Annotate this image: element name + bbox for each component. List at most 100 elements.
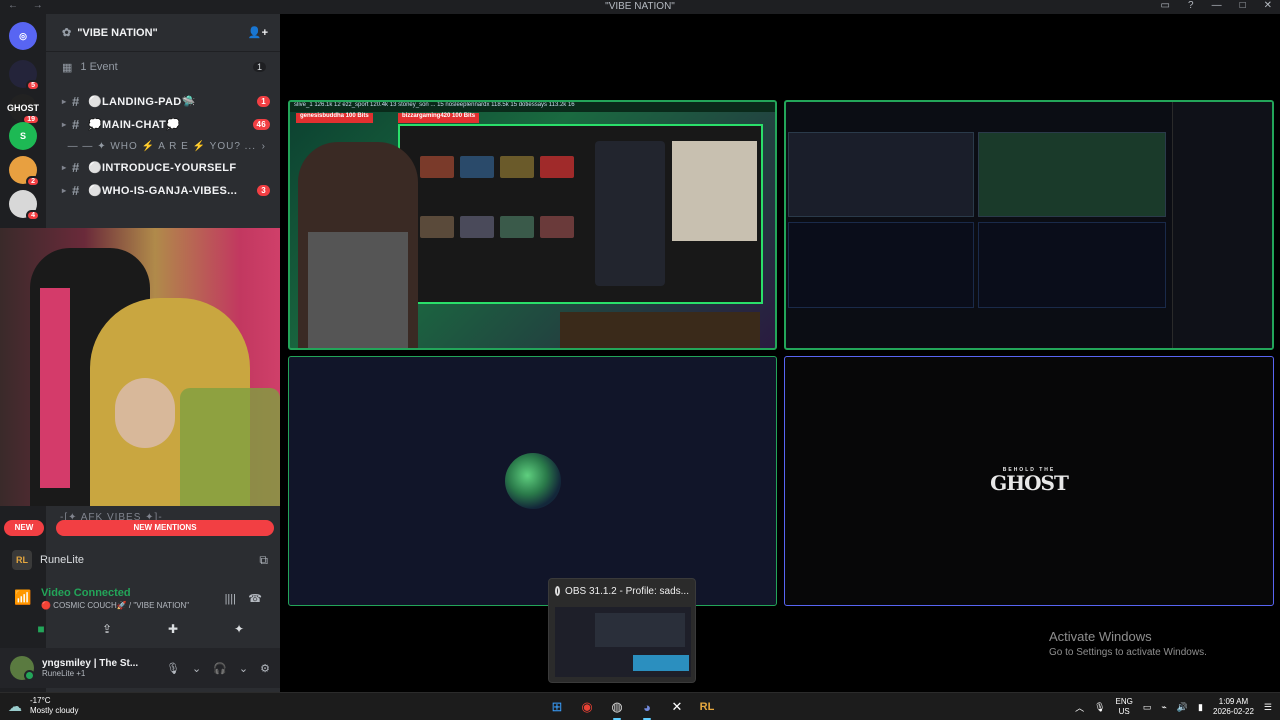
user-display-name[interactable]: yngsmiley | The St...	[42, 658, 166, 669]
text-channel-icon: #	[72, 94, 80, 109]
volume-icon[interactable]: 🔊	[1177, 702, 1188, 713]
new-unreads-pill[interactable]: NEW	[4, 520, 44, 536]
soundboard-button[interactable]: ✦	[214, 618, 264, 640]
weather-desc: Mostly cloudy	[30, 706, 79, 715]
clock-date: 2026-02-22	[1213, 707, 1254, 716]
activate-windows-watermark: Activate Windows Go to Settings to activ…	[1049, 629, 1207, 658]
person-shirt-graphic	[180, 388, 280, 506]
server-header[interactable]: ✿ "VIBE NATION" 👤+	[46, 14, 280, 52]
obs-taskbar-preview[interactable]: OBS 31.1.2 - Profile: sads...	[548, 578, 696, 683]
channel-mention-count: 46	[252, 119, 270, 130]
network-icon[interactable]: ⌁	[1161, 702, 1166, 713]
channel-introduce-yourself[interactable]: ▸ # ⚪INTRODUCE-YOURSELF	[46, 156, 280, 179]
minimize-button[interactable]: —	[1212, 0, 1222, 11]
screen-share-tile[interactable]	[784, 100, 1274, 350]
disconnect-icon[interactable]: ☎	[248, 592, 262, 605]
display-icon[interactable]: ▭	[1143, 702, 1152, 713]
video-stage: slive_1 126.1k 12 ezz_sport 120.4k 13 st…	[280, 14, 1280, 692]
obs-window-title: OBS 31.1.2 - Profile: sads...	[565, 585, 689, 597]
voice-connection-panel: 📶 Video Connected 🔴 COSMIC COUCH🚀 / "VIB…	[0, 583, 280, 619]
game-controller-icon[interactable]: ⧉	[259, 553, 268, 568]
category-label: — — ✦ WHO ⚡ A R E ⚡ YOU? ...	[67, 140, 256, 152]
server-icon[interactable]: S	[9, 122, 37, 150]
discord-home-icon[interactable]: ◎	[9, 22, 37, 50]
ghost-logo-text: GHOST	[990, 471, 1069, 495]
microphone-tray-icon[interactable]: 🎙	[1094, 702, 1105, 713]
close-button[interactable]: ✕	[1264, 0, 1272, 11]
tray-overflow-icon[interactable]: ︿	[1075, 701, 1084, 714]
chevron-down-icon[interactable]: ⌄	[192, 662, 201, 675]
discord-icon[interactable]: ◕	[636, 696, 658, 720]
settings-gear-icon[interactable]: ⚙	[260, 662, 270, 675]
microphone-icon[interactable]: 🎙	[166, 662, 180, 675]
screen-share-button[interactable]: ⇪	[82, 618, 132, 640]
stream-mascots	[560, 312, 760, 348]
channel-landing-pad[interactable]: ▸ # ⚪LANDING-PAD🛸 1	[46, 90, 280, 113]
chair-accent	[40, 288, 70, 488]
participant-tile-ghost[interactable]: BEHOLD THE GHOST	[784, 356, 1274, 606]
channel-label: ⚪WHO-IS-GANJA-VIBES...	[88, 185, 238, 197]
window-titlebar: ← → "VIBE NATION" ▭ ? — □ ✕	[0, 0, 1280, 14]
webcam-video-feed[interactable]	[0, 228, 282, 506]
camera-button[interactable]: ■	[16, 618, 66, 640]
help-icon[interactable]: ?	[1188, 0, 1194, 11]
capcut-icon[interactable]: ✕	[666, 696, 688, 718]
stream-tile-vibes[interactable]: slive_1 126.1k 12 ezz_sport 120.4k 13 st…	[288, 100, 777, 350]
signal-strength-icon[interactable]: 📶	[14, 589, 31, 606]
channel-main-chat[interactable]: ▸ # 💭MAIN-CHAT💭 46	[46, 113, 280, 136]
weather-widget[interactable]: ☁ -17°C Mostly cloudy	[8, 696, 78, 716]
text-channel-icon: #	[72, 160, 80, 175]
voice-channel-name[interactable]: 🔴 COSMIC COUCH🚀 / "VIBE NATION"	[41, 601, 189, 610]
activate-subtitle: Go to Settings to activate Windows.	[1049, 647, 1207, 658]
activities-button[interactable]: ✚	[148, 618, 198, 640]
obs-icon[interactable]: ◍	[606, 696, 628, 720]
server-icon[interactable]: GHOST 19	[7, 94, 40, 125]
stream-ticker: slive_1 126.1k 12 ezz_sport 120.4k 13 st…	[290, 102, 775, 112]
server-icon[interactable]: 4	[9, 190, 40, 221]
add-member-icon[interactable]: 👤+	[248, 26, 268, 39]
battery-icon[interactable]: ▮	[1198, 702, 1203, 713]
events-label: 1 Event	[80, 61, 118, 73]
language-region: US	[1118, 707, 1130, 716]
events-row[interactable]: ▦ 1 Event 1	[46, 52, 280, 82]
voice-status[interactable]: Video Connected	[41, 587, 131, 599]
text-channel-icon: #	[72, 183, 80, 198]
noise-suppression-icon[interactable]: ||||	[225, 593, 236, 605]
chevron-down-icon[interactable]: ⌄	[239, 662, 248, 675]
voice-controls: ■ ⇪ ✚ ✦	[0, 618, 280, 642]
category-who-are-you[interactable]: — — ✦ WHO ⚡ A R E ⚡ YOU? ... ›	[46, 136, 280, 156]
server-icon[interactable]: 2	[9, 156, 40, 187]
language-indicator[interactable]: ENG US	[1116, 697, 1133, 717]
server-icon[interactable]: 5	[9, 60, 40, 91]
headphones-icon[interactable]: 🎧	[213, 662, 227, 675]
person-face	[115, 378, 175, 448]
server-mention-badge: 2	[26, 176, 40, 187]
channel-who-is-ganja-vibes[interactable]: ▸ # ⚪WHO-IS-GANJA-VIBES... 3	[46, 179, 280, 202]
channel-mention-count: 3	[257, 185, 270, 196]
participant-tile-avatar[interactable]	[288, 356, 777, 606]
unread-marker-icon: ▸	[62, 97, 67, 106]
bits-alert: genesisbuddha 100 Bits	[296, 113, 373, 123]
windows-start-icon[interactable]: ⊞	[546, 696, 568, 718]
notifications-icon[interactable]: ☰	[1264, 702, 1272, 713]
activate-title: Activate Windows	[1049, 629, 1152, 644]
user-status: RuneLite +1	[42, 669, 86, 678]
channel-mention-count: 1	[257, 96, 270, 107]
inbox-icon[interactable]: ▭	[1161, 0, 1170, 11]
clock-time: 1:09 AM	[1218, 697, 1249, 706]
server-abbr: S	[19, 131, 26, 141]
system-clock[interactable]: 1:09 AM 2026-02-22	[1213, 697, 1254, 717]
chevron-right-icon: ›	[261, 140, 266, 152]
chrome-icon[interactable]: ◉	[576, 696, 598, 718]
maximize-button[interactable]: □	[1240, 0, 1246, 11]
activity-row[interactable]: RL RuneLite ⧉	[0, 546, 280, 574]
user-avatar[interactable]	[10, 656, 35, 681]
cloud-icon: ☁	[8, 698, 22, 714]
unread-marker-icon: ▸	[62, 163, 67, 172]
runelite-taskbar-icon[interactable]: RL	[696, 696, 718, 718]
streamer-figure	[298, 142, 418, 348]
new-mentions-pill[interactable]: NEW MENTIONS	[56, 520, 274, 536]
language-code: ENG	[1115, 697, 1133, 706]
events-count: 1	[252, 62, 266, 72]
server-name: "VIBE NATION"	[77, 26, 158, 39]
